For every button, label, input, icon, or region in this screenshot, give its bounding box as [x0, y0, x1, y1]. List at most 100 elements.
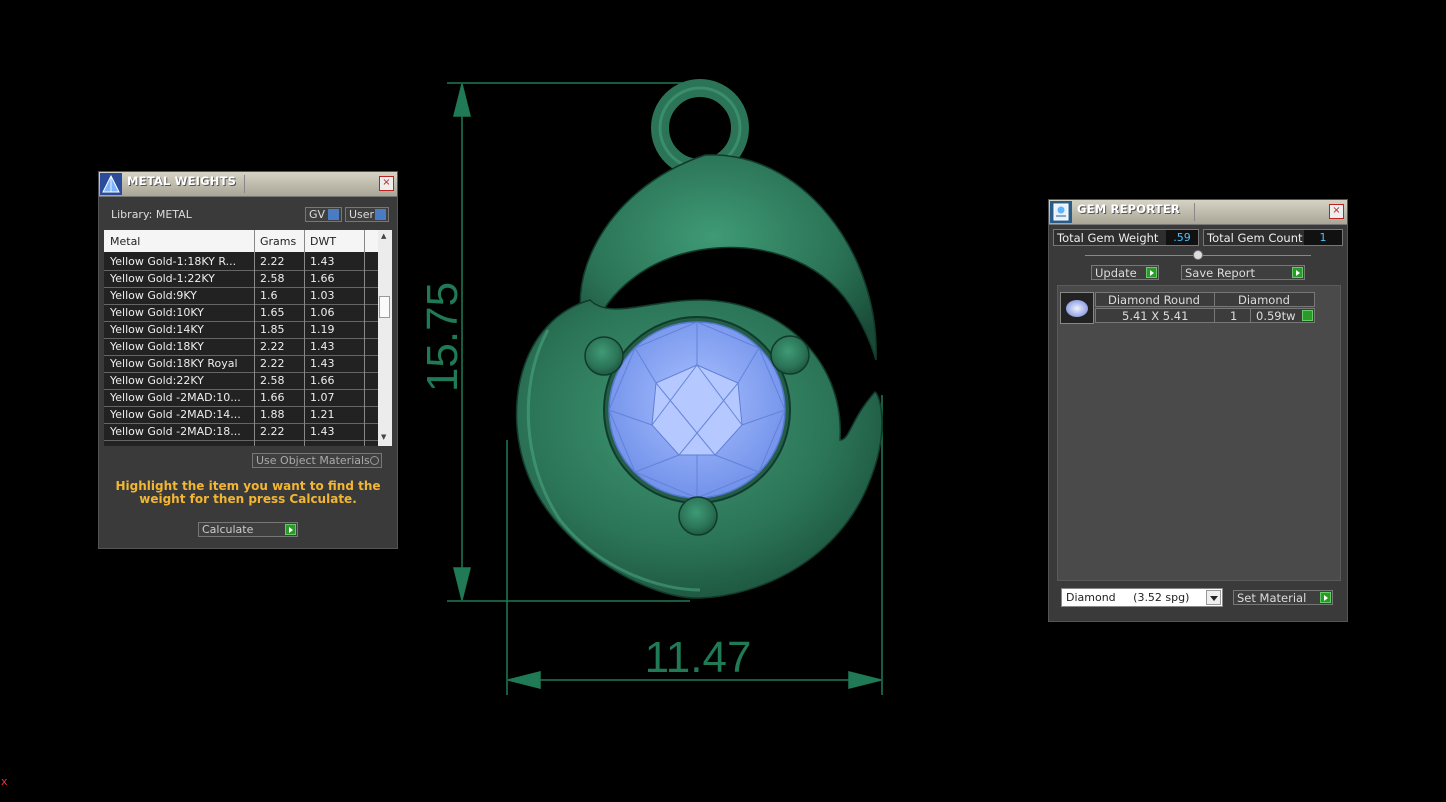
column-header-metal[interactable]: Metal	[110, 235, 140, 248]
metal-weights-titlebar[interactable]: METAL WEIGHTS ×	[99, 172, 397, 197]
instructions-text: Highlight the item you want to find the …	[115, 479, 381, 506]
metal-name-cell: Yellow Gold:18KY	[110, 340, 204, 353]
metal-table-scrollbar[interactable]: ▲ ▼	[378, 230, 392, 446]
grams-cell: 2.22	[260, 425, 285, 438]
total-gem-weight-field: Total Gem Weight .59	[1053, 229, 1199, 246]
dwt-cell: 1.66	[310, 374, 335, 387]
dwt-cell: 1.03	[310, 289, 335, 302]
gv-label: GV	[309, 208, 326, 221]
metal-table[interactable]: Metal Grams DWT Yellow Gold-1:18KY R... 2…	[104, 230, 392, 446]
set-material-label: Set Material	[1237, 591, 1307, 605]
grams-cell: 1.88	[260, 408, 285, 421]
table-row[interactable]: Yellow Gold-1:22KY 2.58 1.66	[104, 270, 378, 288]
dwt-cell: 1.21	[310, 408, 335, 421]
scroll-down-icon[interactable]: ▼	[381, 433, 386, 441]
grams-cell: 1.6	[260, 289, 278, 302]
gv-toggle[interactable]: GV	[305, 207, 342, 222]
close-icon[interactable]: ×	[379, 176, 394, 191]
gem-shape-name: Diamond Round	[1108, 293, 1200, 307]
chevron-down-icon[interactable]	[1206, 590, 1221, 605]
metal-name-cell: Yellow Gold:9KY	[110, 289, 197, 302]
metal-name-cell: Yellow Gold-1:22KY	[110, 272, 215, 285]
grams-cell: 2.22	[260, 357, 285, 370]
table-row[interactable]: Yellow Gold -2MAD:18... 2.22 1.43	[104, 423, 378, 441]
dwt-cell: 1.06	[310, 306, 335, 319]
dwt-cell: 1.19	[310, 323, 335, 336]
metal-name-cell: Yellow Gold -2MAD:14...	[110, 408, 241, 421]
metal-weights-title: METAL WEIGHTS	[127, 174, 237, 188]
dwt-cell: 1.07	[310, 391, 335, 404]
gem-reporter-titlebar[interactable]: GEM REPORTER ×	[1049, 200, 1347, 225]
table-row[interactable]: Yellow Gold:22KY 2.58 1.66	[104, 372, 378, 390]
play-icon	[1292, 267, 1303, 278]
calculate-button[interactable]: Calculate	[198, 522, 298, 537]
table-row[interactable]: Yellow Gold:18KY 2.22 1.43	[104, 338, 378, 356]
dwt-cell: 1.43	[310, 255, 335, 268]
table-row[interactable]: Yellow Gold:9KY 1.6 1.03	[104, 287, 378, 305]
gem-weight: 0.59tw	[1256, 309, 1296, 323]
set-material-button[interactable]: Set Material	[1233, 590, 1333, 605]
column-header-dwt[interactable]: DWT	[310, 235, 336, 248]
metal-name-cell: Yellow Gold -2MAD:18...	[110, 425, 241, 438]
scroll-up-icon[interactable]: ▲	[381, 232, 386, 240]
metal-table-header: Metal Grams DWT	[104, 230, 378, 252]
total-gem-weight-value: .59	[1166, 230, 1198, 245]
axis-marker: x	[1, 775, 8, 788]
metal-name-cell: Yellow Gold -2MAD:10...	[110, 391, 241, 404]
splitter-handle-icon[interactable]	[1193, 250, 1203, 260]
table-row[interactable]: Yellow Gold -2MAD:14... 1.88 1.21	[104, 406, 378, 424]
gem-material: Diamond	[1238, 293, 1290, 307]
total-gem-count-value: 1	[1304, 230, 1342, 245]
update-button[interactable]: Update	[1091, 265, 1159, 280]
use-object-materials-label: Use Object Materials	[256, 454, 370, 467]
metal-name-cell: Yellow Gold:18KY Royal	[110, 357, 238, 370]
user-toggle[interactable]: User	[345, 207, 389, 222]
diamond-gem[interactable]	[608, 321, 786, 499]
gem-reporter-title: GEM REPORTER	[1077, 202, 1180, 216]
grams-cell: 2.22	[260, 340, 285, 353]
gem-list[interactable]: Diamond Round Diamond 5.41 X 5.41 1 0.59…	[1057, 285, 1341, 581]
radio-icon	[370, 456, 379, 465]
column-header-grams[interactable]: Grams	[260, 235, 296, 248]
gem-report-icon	[1050, 201, 1072, 223]
table-row[interactable]: Yellow Gold-1:18KY R... 2.22 1.43	[104, 253, 378, 271]
save-report-button[interactable]: Save Report	[1181, 265, 1305, 280]
library-label: Library: METAL	[111, 208, 192, 221]
user-label: User	[349, 208, 375, 221]
table-row[interactable]: Yellow Gold:18KY Royal 2.22 1.43	[104, 355, 378, 373]
grams-cell: 2.58	[260, 272, 285, 285]
play-icon	[1320, 592, 1331, 603]
dwt-cell: 1.43	[310, 357, 335, 370]
toggle-icon	[375, 209, 386, 220]
grams-cell: 2.58	[260, 374, 285, 387]
gem-row[interactable]: Diamond Round Diamond 5.41 X 5.41 1 0.59…	[1060, 292, 1316, 326]
gem-reporter-panel: GEM REPORTER × Total Gem Weight .59 Tota…	[1048, 199, 1348, 622]
grams-cell: 1.66	[260, 391, 285, 404]
metal-name-cell: Yellow Gold:10KY	[110, 306, 204, 319]
dwt-cell: 1.43	[310, 425, 335, 438]
pendant-model[interactable]	[515, 79, 883, 599]
metal-name-cell: Yellow Gold:14KY	[110, 323, 204, 336]
metal-weights-panel: METAL WEIGHTS × Library: METAL GV User M…	[98, 171, 398, 549]
dwt-cell: 1.43	[310, 340, 335, 353]
width-dimension-label: 11.47	[645, 633, 752, 682]
close-icon[interactable]: ×	[1329, 204, 1344, 219]
metal-name-cell: Yellow Gold:22KY	[110, 374, 204, 387]
round-diamond-icon	[1060, 292, 1094, 324]
grams-cell: 1.65	[260, 306, 285, 319]
grams-cell: 1.85	[260, 323, 285, 336]
pyramid-icon	[100, 173, 122, 195]
gem-row-play-icon[interactable]	[1302, 310, 1313, 321]
table-row[interactable]: Yellow Gold:14KY 1.85 1.19	[104, 321, 378, 339]
table-row[interactable]: Yellow Gold -2MAD:10... 1.66 1.07	[104, 389, 378, 407]
play-icon	[1146, 267, 1157, 278]
update-label: Update	[1095, 266, 1137, 280]
total-gem-count-label: Total Gem Count	[1207, 231, 1303, 245]
scroll-thumb[interactable]	[379, 296, 390, 318]
use-object-materials-toggle[interactable]: Use Object Materials	[252, 453, 382, 468]
total-gem-count-field: Total Gem Count 1	[1203, 229, 1343, 246]
table-row[interactable]: Yellow Gold:10KY 1.65 1.06	[104, 304, 378, 322]
gem-count: 1	[1230, 309, 1238, 323]
material-select[interactable]: Diamond (3.52 spg)	[1061, 588, 1223, 607]
dwt-cell: 1.66	[310, 272, 335, 285]
